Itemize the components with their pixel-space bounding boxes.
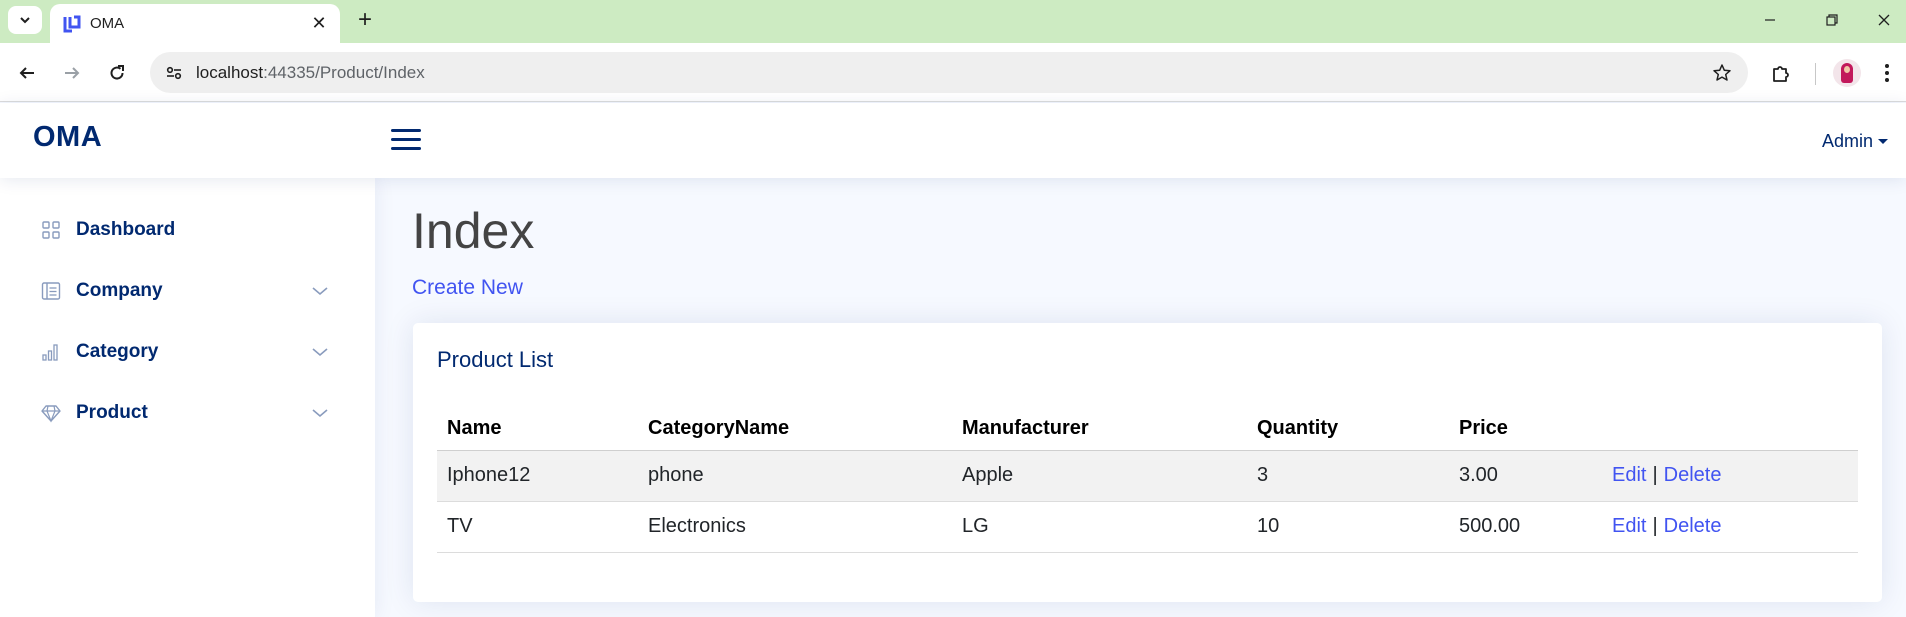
restore-button[interactable] (1810, 6, 1854, 34)
chevron-down-icon (310, 403, 330, 423)
url-text: localhost:44335/Product/Index (196, 63, 425, 83)
card-title: Product List (437, 347, 554, 372)
delete-link[interactable]: Delete (1664, 464, 1722, 486)
cell-name: Iphone12 (437, 450, 638, 502)
column-header-actions (1602, 408, 1858, 451)
column-header-category: CategoryName (638, 408, 952, 451)
user-menu[interactable]: Admin (1822, 131, 1888, 152)
url-host: localhost (196, 63, 264, 82)
sidebar-item-label: Dashboard (76, 219, 176, 240)
cell-price: 3.00 (1449, 450, 1602, 502)
url-path: :44335/Product/Index (263, 63, 425, 82)
chevron-down-icon (310, 342, 330, 362)
page-title: Index (412, 203, 535, 259)
restore-icon (1826, 14, 1838, 26)
cell-quantity: 10 (1247, 501, 1449, 553)
cell-manufacturer: Apple (952, 450, 1247, 502)
puzzle-icon (1773, 66, 1789, 82)
column-header-manufacturer: Manufacturer (952, 408, 1247, 451)
cell-manufacturer: LG (952, 501, 1247, 553)
caret-down-icon (1878, 139, 1888, 144)
browser-toolbar: localhost:44335/Product/Index (0, 43, 1906, 102)
bookmark-star-icon[interactable] (1710, 61, 1734, 85)
extensions-button[interactable] (1766, 58, 1796, 88)
sidebar-item-company[interactable]: Company (40, 271, 340, 311)
reload-icon (110, 65, 124, 80)
minimize-icon (1765, 19, 1775, 21)
cell-price: 500.00 (1449, 501, 1602, 553)
app-logo[interactable]: OMA (33, 121, 102, 154)
address-bar[interactable]: localhost:44335/Product/Index (150, 52, 1748, 93)
tab-search-button[interactable] (8, 6, 42, 34)
arrow-left-icon (19, 67, 34, 79)
profile-avatar[interactable] (1833, 59, 1861, 87)
gem-icon (40, 402, 62, 424)
site-info-icon[interactable] (162, 61, 186, 85)
cell-category: Electronics (638, 501, 952, 553)
close-window-button[interactable] (1862, 6, 1906, 34)
sidebar-item-label: Category (76, 341, 159, 362)
cell-category: phone (638, 450, 952, 502)
close-icon (1878, 14, 1890, 26)
delete-link[interactable]: Delete (1664, 515, 1722, 537)
bar-chart-icon (40, 341, 62, 363)
cell-actions: Edit | Delete (1602, 501, 1858, 553)
chevron-down-icon (20, 17, 30, 24)
sidebar-item-label: Company (76, 280, 163, 301)
table-header-row: Name CategoryName Manufacturer Quantity … (437, 408, 1858, 451)
sidebar-item-category[interactable]: Category (40, 332, 340, 372)
product-table: Name CategoryName Manufacturer Quantity … (437, 408, 1858, 553)
reload-button[interactable] (102, 58, 132, 88)
table-row: Iphone12 phone Apple 3 3.00 Edit | Delete (437, 450, 1858, 502)
toggle-sidebar-button[interactable] (391, 128, 421, 152)
browser-tab[interactable]: OMA ✕ (50, 4, 340, 43)
browser-tab-bar: OMA ✕ + (0, 0, 1906, 43)
action-separator: | (1652, 515, 1658, 537)
toolbar-separator (1815, 63, 1816, 85)
action-separator: | (1652, 464, 1658, 486)
table-row: TV Electronics LG 10 500.00 Edit | Delete (437, 501, 1858, 553)
grid-icon (40, 219, 62, 241)
cell-name: TV (437, 501, 638, 553)
app-header: OMA Admin (0, 103, 1906, 178)
tab-title: OMA (90, 15, 125, 32)
back-button[interactable] (12, 58, 42, 88)
column-header-name: Name (437, 408, 638, 451)
browser-menu-button[interactable] (1877, 58, 1897, 88)
minimize-button[interactable] (1748, 6, 1792, 34)
favicon-icon (63, 15, 81, 33)
create-new-link[interactable]: Create New (412, 276, 523, 300)
layout-list-icon (40, 280, 62, 302)
sidebar: Dashboard Company Category Product (0, 178, 375, 617)
arrow-right-icon (65, 67, 80, 79)
sidebar-item-product[interactable]: Product (40, 393, 340, 433)
sidebar-item-label: Product (76, 402, 148, 423)
cell-quantity: 3 (1247, 450, 1449, 502)
edit-link[interactable]: Edit (1612, 464, 1646, 486)
forward-button[interactable] (57, 58, 87, 88)
close-tab-icon[interactable]: ✕ (308, 12, 330, 34)
user-menu-label: Admin (1821, 131, 1873, 151)
column-header-price: Price (1449, 408, 1602, 451)
chevron-down-icon (310, 281, 330, 301)
new-tab-button[interactable]: + (352, 8, 378, 34)
product-list-card: Product List Name CategoryName Manufactu… (413, 323, 1882, 602)
column-header-quantity: Quantity (1247, 408, 1449, 451)
cell-actions: Edit | Delete (1602, 450, 1858, 502)
sidebar-item-dashboard[interactable]: Dashboard (40, 210, 340, 250)
edit-link[interactable]: Edit (1612, 515, 1646, 537)
kebab-menu-icon (1885, 64, 1889, 82)
